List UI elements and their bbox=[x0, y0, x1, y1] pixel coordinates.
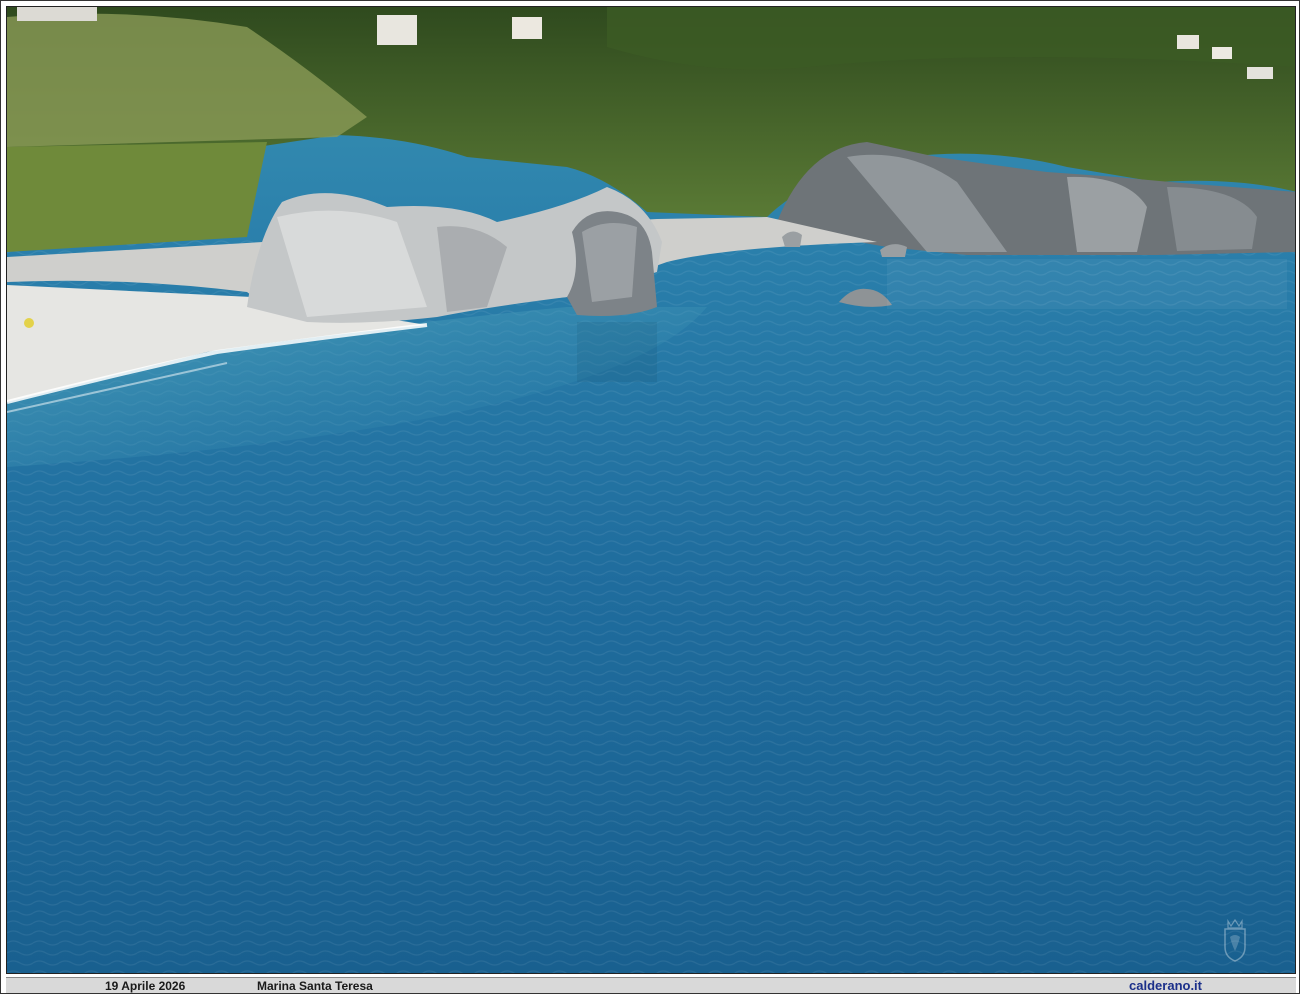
caption-date: 19 Aprile 2026 bbox=[105, 979, 186, 993]
coast-photo bbox=[6, 6, 1296, 974]
caption-site-link[interactable]: calderano.it bbox=[1129, 978, 1202, 993]
coat-of-arms-watermark bbox=[1224, 918, 1246, 962]
caption-bar: 19 Aprile 2026 Marina Santa Teresa calde… bbox=[6, 977, 1296, 993]
photo-frame: 19 Aprile 2026 Marina Santa Teresa calde… bbox=[0, 0, 1300, 994]
caption-place: Marina Santa Teresa bbox=[257, 979, 373, 993]
